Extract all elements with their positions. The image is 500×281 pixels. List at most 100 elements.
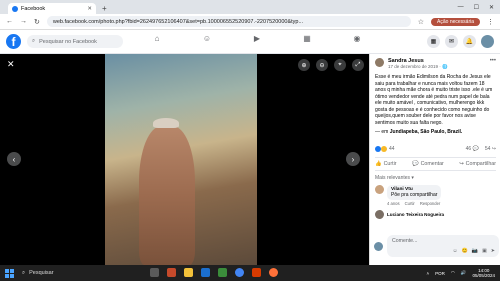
next-photo-icon[interactable]: › <box>346 152 360 166</box>
start-button[interactable] <box>5 268 14 278</box>
author-avatar[interactable] <box>375 58 384 67</box>
video-icon[interactable]: ▶ <box>250 34 264 43</box>
file-explorer-icon[interactable] <box>184 268 193 277</box>
groups-icon[interactable]: ◉ <box>350 34 364 43</box>
reload-icon[interactable]: ↻ <box>34 18 40 26</box>
shares-count[interactable]: 54 ↪ <box>485 146 496 152</box>
photo-cap <box>153 118 179 128</box>
comment-button[interactable]: 💬 Comentar <box>412 161 444 167</box>
comment-placeholder: Comente... <box>392 238 418 244</box>
forward-icon[interactable]: → <box>20 18 27 25</box>
taskbar-search-label: Pesquisar <box>29 270 54 276</box>
close-window-icon[interactable]: ✕ <box>489 4 494 11</box>
comment-like-link[interactable]: Curtir <box>405 201 415 206</box>
globe-icon: 🌐 <box>442 64 448 69</box>
url-field[interactable]: web.facebook.com/photo.php?fbid=26249765… <box>46 16 411 27</box>
sticker-icon[interactable]: ☺ <box>452 248 457 254</box>
back-icon[interactable]: ← <box>6 18 13 25</box>
close-icon[interactable]: ✕ <box>7 59 15 70</box>
location-link[interactable]: Jundiapeba, São Paulo, Brazil. <box>390 129 463 135</box>
url-text: web.facebook.com/photo.php?fbid=26249765… <box>52 18 304 25</box>
volume-icon[interactable]: 🔊 <box>461 270 467 276</box>
clock[interactable]: 14:00 05/05/2024 <box>472 268 495 278</box>
taskbar-apps <box>150 268 278 277</box>
system-tray: ˄ POR ◠ 🔊 14:00 05/05/2024 <box>427 268 500 278</box>
tab-facebook[interactable]: Facebook ✕ <box>8 3 96 14</box>
comment-label: Comentar <box>420 161 444 167</box>
app-icon[interactable] <box>167 268 176 277</box>
send-icon[interactable]: ➤ <box>491 248 495 254</box>
chrome-icon[interactable] <box>235 268 244 277</box>
emoji-icon[interactable]: 😊 <box>462 248 468 254</box>
task-view-icon[interactable] <box>150 268 159 277</box>
comment-sort[interactable]: Mais relevantes ▾ <box>375 175 496 181</box>
notifications-icon[interactable]: 🔔 <box>463 35 476 48</box>
location-prefix: — em <box>375 129 390 135</box>
comments-count[interactable]: 46 💬 <box>466 146 479 152</box>
comment-item: Vilani Vtu Pôe pra compartilhar <box>375 185 496 200</box>
facebook-logo[interactable]: f <box>6 34 21 49</box>
commenter-avatar[interactable] <box>375 185 384 194</box>
share-label: Compartilhar <box>465 161 496 167</box>
facebook-favicon-icon <box>12 5 18 12</box>
comment-count-icon: 💬 <box>472 146 479 152</box>
tag-icon[interactable]: ⌖ <box>334 59 346 71</box>
marketplace-icon[interactable]: ▦ <box>300 34 314 43</box>
menu-grid-icon[interactable]: ▦ <box>427 35 440 48</box>
search-placeholder: Pesquisar no Facebook <box>39 38 97 45</box>
post-photo <box>105 54 257 265</box>
messenger-icon[interactable]: ✉ <box>445 35 458 48</box>
friends-icon[interactable]: ☺ <box>200 34 214 43</box>
store-icon[interactable] <box>218 268 227 277</box>
photo-person <box>139 126 195 265</box>
maximize-icon[interactable]: ☐ <box>474 4 479 11</box>
search-input[interactable]: ⌕ Pesquisar no Facebook <box>27 35 123 48</box>
post-side-panel: Sandra Jesus 17 de dezembro de 2019 · 🌐 … <box>369 54 500 265</box>
previous-photo-icon[interactable]: ‹ <box>7 152 21 166</box>
commenter-name[interactable]: Luciano Teixeira Nogueira <box>387 212 444 219</box>
update-button[interactable]: Ação necessária <box>431 17 480 26</box>
fullscreen-icon[interactable]: ⤢ <box>352 59 364 71</box>
profile-avatar[interactable] <box>481 35 494 48</box>
minimize-icon[interactable]: — <box>458 4 464 10</box>
language-indicator[interactable]: POR <box>435 271 445 276</box>
mail-icon[interactable] <box>201 268 210 277</box>
post-date[interactable]: 17 de dezembro de 2019 · <box>388 64 442 69</box>
comment-composer: Comente... ☺ 😊 📷 ▣ ➤ <box>374 235 499 257</box>
new-tab-button[interactable]: + <box>102 3 107 14</box>
post-date-row: 17 de dezembro de 2019 · 🌐 <box>388 64 448 70</box>
comment-time[interactable]: 4 anos <box>387 201 400 206</box>
zoom-out-icon[interactable]: ⊖ <box>316 59 328 71</box>
taskbar-search-icon: ⌕ <box>22 269 26 276</box>
comments-count-value: 46 <box>465 146 472 152</box>
home-icon[interactable]: ⌂ <box>150 34 164 43</box>
more-options-icon[interactable]: ••• <box>490 58 496 64</box>
gif-icon[interactable]: ▣ <box>482 248 487 254</box>
windows-taskbar: ⌕ Pesquisar ˄ POR ◠ 🔊 14:00 05/05/2024 <box>0 265 500 281</box>
comment-meta: 4 anos Curtir Responder <box>387 201 496 206</box>
search-icon: ⌕ <box>32 38 36 44</box>
header-actions: ▦ ✉ 🔔 <box>427 35 494 48</box>
clock-date: 05/05/2024 <box>472 273 495 278</box>
menu-icon[interactable]: ⋮ <box>487 18 494 26</box>
wifi-icon[interactable]: ◠ <box>451 270 455 276</box>
taskbar-search[interactable]: ⌕ Pesquisar <box>22 270 54 277</box>
firefox-icon[interactable] <box>269 268 278 277</box>
office-icon[interactable] <box>252 268 261 277</box>
photo-viewer: ✕ ⊕ ⊖ ⌖ ⤢ ‹ › <box>0 54 369 265</box>
camera-icon[interactable]: 📷 <box>472 248 478 254</box>
share-count-icon: ↪ <box>491 146 496 152</box>
close-tab-icon[interactable]: ✕ <box>87 6 92 12</box>
post-author: Sandra Jesus 17 de dezembro de 2019 · 🌐 … <box>375 58 496 70</box>
comment-text: Pôe pra compartilhar <box>391 192 438 198</box>
zoom-in-icon[interactable]: ⊕ <box>298 59 310 71</box>
comment-icon: 💬 <box>411 161 419 167</box>
star-icon[interactable]: ☆ <box>418 18 424 26</box>
comment-input[interactable]: Comente... ☺ 😊 📷 ▣ ➤ <box>387 235 499 257</box>
commenter-avatar[interactable] <box>375 210 384 219</box>
share-button[interactable]: ↪ Compartilhar <box>459 161 496 167</box>
comment-reply-link[interactable]: Responder <box>420 201 441 206</box>
reactions-count[interactable]: 44 <box>389 146 395 152</box>
like-button[interactable]: 👍 Curtir <box>375 161 397 167</box>
chevron-up-icon[interactable]: ˄ <box>427 271 430 276</box>
